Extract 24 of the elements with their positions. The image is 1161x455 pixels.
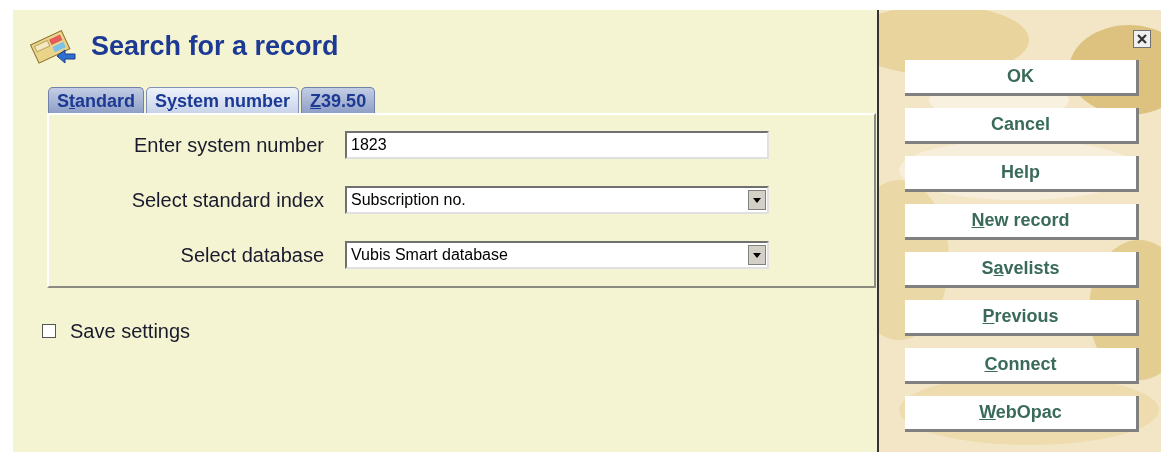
caret-icon[interactable] [748, 245, 766, 265]
checkbox-label: Save settings [70, 318, 191, 344]
field-label: Select database [179, 243, 324, 268]
dropdown[interactable]: Subscription no. [345, 186, 769, 214]
dropdown[interactable]: Vubis Smart database [345, 241, 769, 269]
action-button[interactable]: Help [905, 156, 1139, 192]
tab[interactable]: System number [146, 86, 300, 113]
action-button[interactable]: Savelists [905, 252, 1139, 288]
action-button[interactable]: OK [905, 60, 1139, 96]
action-button[interactable]: Previous [905, 300, 1139, 336]
action-button[interactable]: Cancel [905, 108, 1139, 144]
checkbox[interactable] [42, 323, 56, 338]
tab[interactable]: Z39.50 [301, 86, 376, 113]
caret-icon[interactable] [748, 190, 766, 210]
input-field[interactable]: 1823 [345, 131, 769, 159]
action-button[interactable]: WebOpac [905, 396, 1139, 432]
close-button[interactable] [1133, 30, 1151, 48]
page-title: Search for a record [91, 30, 339, 63]
tab[interactable]: Standard [48, 86, 145, 113]
action-button[interactable]: New record [905, 204, 1139, 240]
close-icon [1137, 34, 1147, 44]
field-label: Enter system number [132, 133, 324, 158]
action-button[interactable]: Connect [905, 348, 1139, 384]
field-label: Select standard index [130, 188, 324, 213]
